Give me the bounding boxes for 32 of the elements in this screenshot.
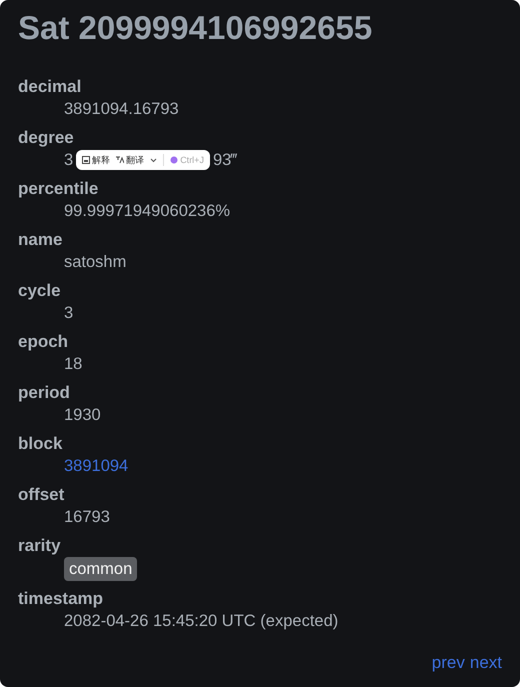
field-value: 3891094.16793 [64,99,179,120]
field-label: cycle [18,281,61,300]
field-value: 3 [64,303,74,324]
field-value: 3 [64,150,74,171]
field-value: satoshm [64,252,126,273]
page-title: Sat 2099994106992655 [18,8,374,48]
orb-icon [170,156,178,164]
field-label: decimal [18,77,82,96]
translate-button[interactable]: 翻译 [116,153,144,167]
field-value: 16793 [64,507,110,528]
translate-icon [116,156,124,164]
field-label: rarity [18,536,61,555]
field-label: epoch [18,332,68,351]
field-value: 1930 [64,405,101,426]
field-value: 99.99971949060236% [64,201,230,222]
field-label: degree [18,128,74,147]
block-link[interactable]: 3891094 [64,455,128,477]
field-label: percentile [18,179,98,198]
field-label: timestamp [18,589,104,608]
field-value: 18 [64,354,82,375]
rarity-badge: common [64,557,138,581]
field-label: name [18,230,62,249]
field-label: offset [18,485,64,504]
field-value: 2082-04-26 15:45:20 UTC (expected) [64,611,338,632]
field-label: period [18,383,70,402]
nav-link[interactable]: next [470,653,502,673]
chevron-down-icon[interactable] [150,158,158,162]
field-label: block [18,434,62,453]
nav-link[interactable]: prev [432,653,465,673]
shortcut-button[interactable]: Ctrl+J [170,153,204,167]
field-value: 93‴ [212,150,238,171]
explain-button[interactable]: 解释 [82,153,110,167]
